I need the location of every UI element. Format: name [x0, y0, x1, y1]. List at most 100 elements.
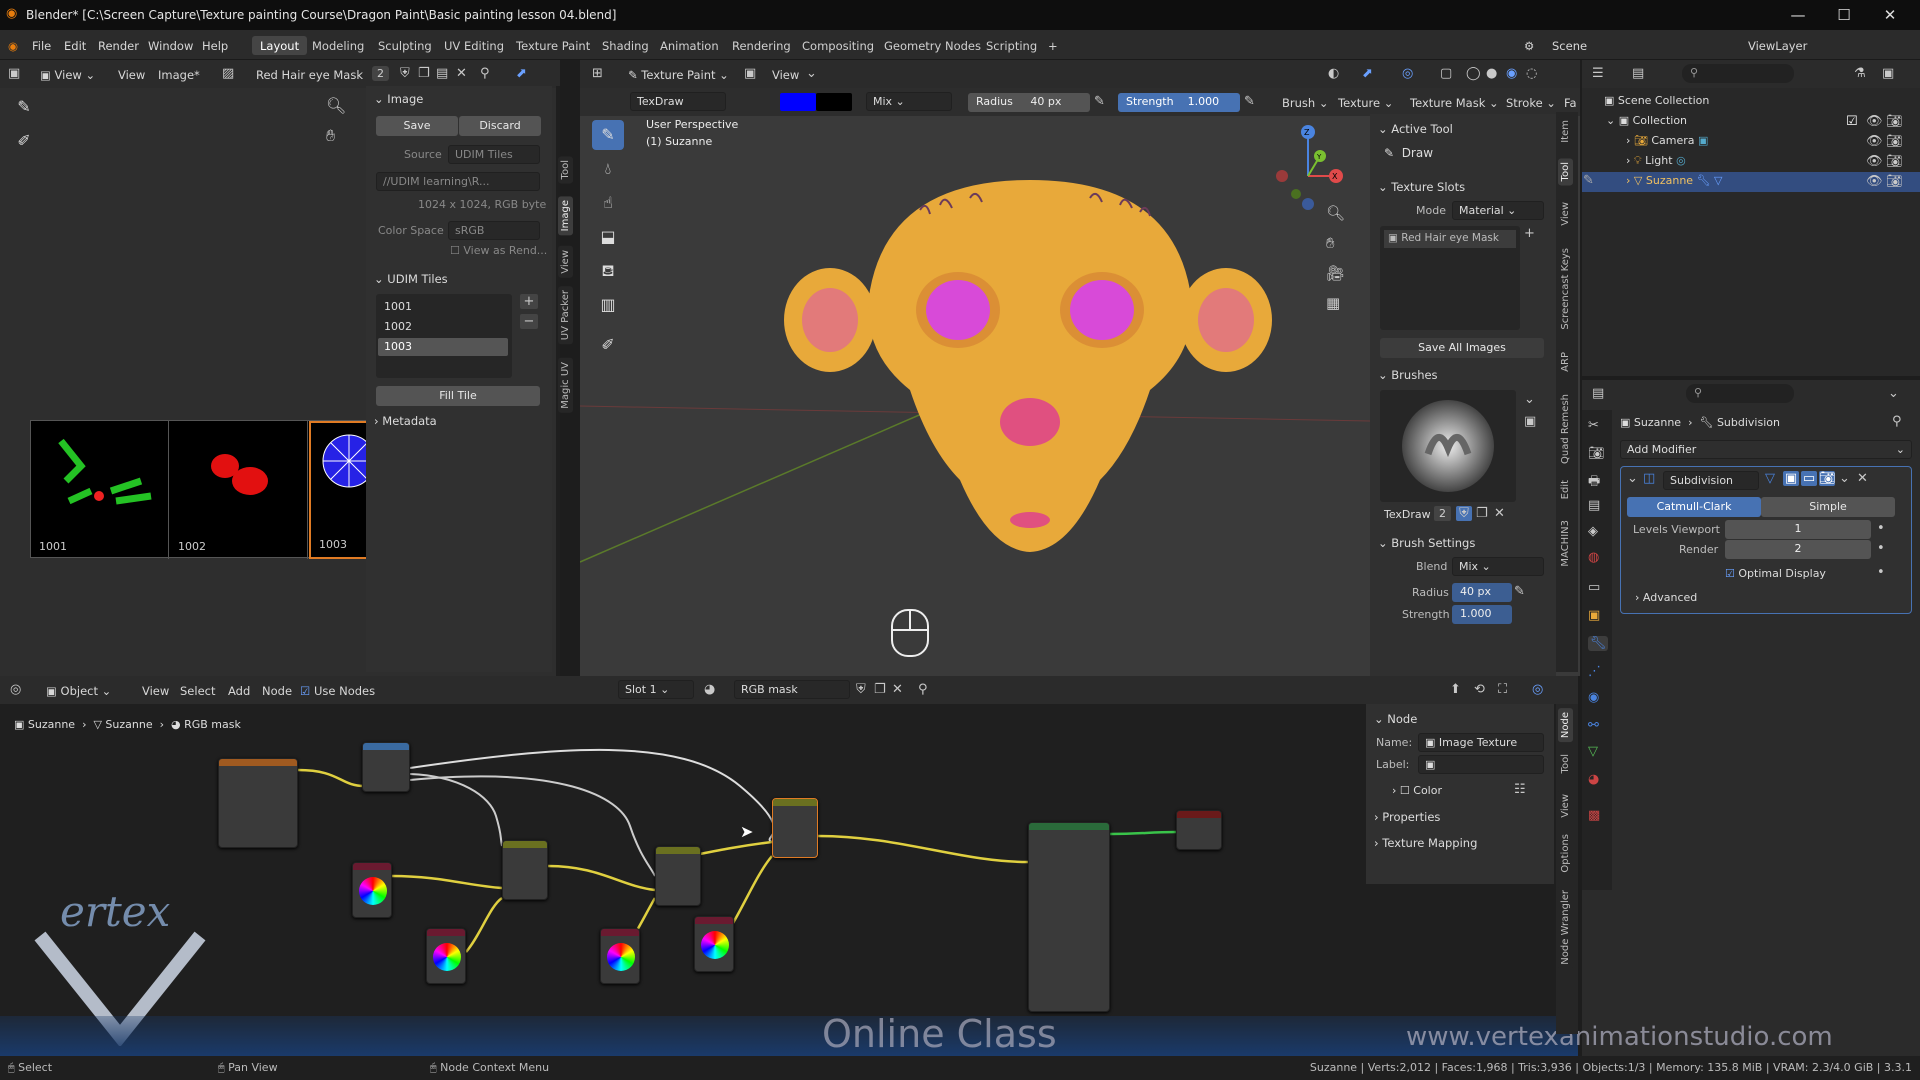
save-all-images-button[interactable]: Save All Images [1380, 338, 1544, 358]
udim-thumb-1002[interactable]: 1002 [170, 421, 308, 559]
brushes-header[interactable]: ⌄ Brushes [1378, 368, 1438, 382]
vtab-item[interactable]: Item [1558, 116, 1573, 147]
menu-image[interactable]: Image* [158, 68, 200, 82]
suzanne-model[interactable] [770, 150, 1290, 570]
object-tab-icon[interactable]: ▣ [1588, 608, 1600, 623]
outliner-item-camera[interactable]: › 📷︎ Camera ▣ [1626, 134, 1708, 147]
annotate-tool-icon[interactable]: ✐ [8, 126, 40, 156]
image-users-count[interactable]: 2 [372, 66, 389, 81]
levels-viewport-field[interactable]: 1 [1725, 520, 1871, 539]
paint-mode-icon[interactable]: ⌄ [806, 66, 817, 81]
vtab-screencast-keys[interactable]: Screencast Keys [1558, 244, 1573, 334]
metadata-panel-header[interactable]: › Metadata [374, 414, 437, 428]
view-as-render-checkbox[interactable]: ☐ View as Rend... [450, 244, 547, 257]
brush-users-count[interactable]: 2 [1434, 506, 1451, 521]
tab-geometry-nodes[interactable]: Geometry Nodes [876, 36, 989, 55]
remove-tile-icon[interactable]: − [520, 314, 538, 329]
menu-edit[interactable]: Edit [64, 39, 86, 53]
options-icon[interactable]: ⌄ [1888, 386, 1899, 401]
node-panel-header[interactable]: ⌄ Node [1374, 712, 1417, 726]
tab-layout[interactable]: Layout [252, 36, 308, 55]
secondary-color-swatch[interactable] [816, 93, 852, 111]
close-button[interactable]: ✕ [1876, 6, 1904, 24]
editor-type-icon[interactable]: ☰ [1592, 66, 1604, 81]
blend-dropdown[interactable]: Mix ⌄ [866, 92, 952, 111]
rgb-node[interactable] [600, 928, 640, 984]
maximize-button[interactable]: ☐ [1830, 6, 1858, 24]
rgb-node[interactable] [694, 916, 734, 972]
outliner-item-suzanne[interactable]: › ▽ Suzanne 🔧︎ ▽ [1626, 174, 1722, 187]
render-levels-field[interactable]: 2 [1725, 540, 1871, 559]
editor-type-icon[interactable]: ▤ [1592, 386, 1604, 401]
overlays-icon[interactable]: ◎ [1402, 66, 1413, 81]
color-space-dropdown[interactable]: sRGB [448, 221, 540, 240]
view-layer-name[interactable]: ViewLayer [1748, 39, 1807, 53]
pan-view-icon[interactable]: ✋︎ [1326, 234, 1335, 252]
node-color-subpanel[interactable]: › ☐ Color [1392, 784, 1442, 797]
shader-node-editor[interactable]: ◎ ▣ Object ⌄ View Select Add Node ☑ Use … [0, 676, 1833, 1056]
pan-hand-icon[interactable]: ✋︎ [326, 126, 335, 146]
tab-sculpting[interactable]: Sculpting [370, 36, 440, 55]
mode-dropdown[interactable]: ✎ Texture Paint ⌄ [628, 68, 729, 82]
color-presets-icon[interactable]: ☷ [1514, 782, 1526, 797]
menu-file[interactable]: File [32, 39, 51, 53]
primary-color-swatch[interactable] [780, 93, 816, 111]
output-tab-icon[interactable]: 🖶︎ [1588, 472, 1600, 494]
vtab-view[interactable]: View [1558, 198, 1573, 230]
udim-panel-header[interactable]: ⌄ UDIM Tiles [374, 272, 448, 286]
keyframe-dot-icon[interactable]: • [1877, 541, 1885, 556]
vtab-view[interactable]: View [1558, 790, 1573, 822]
save-button[interactable]: Save [376, 116, 458, 136]
udim-tile-list[interactable]: 1001 1002 1003 [376, 294, 512, 378]
blend-setting-dropdown[interactable]: Mix ⌄ [1452, 557, 1544, 576]
snapping-icon[interactable]: ⟲ [1474, 682, 1485, 697]
snap-target-icon[interactable]: ⛶ [1498, 682, 1507, 697]
vtab-quad-remesh[interactable]: Quad Remesh [1558, 390, 1573, 468]
udim-thumb-1001[interactable]: 1001 [31, 421, 169, 559]
material-output-node[interactable] [1176, 810, 1222, 850]
scene-name[interactable]: Scene [1552, 39, 1587, 53]
vtab-image[interactable]: Image [558, 196, 573, 236]
vtab-tool[interactable]: Tool [1558, 750, 1573, 778]
radius-pressure-icon[interactable]: ✎ [1514, 584, 1525, 599]
vtab-edit[interactable]: Edit [1558, 476, 1573, 504]
filter-icon[interactable]: ⚗ [1854, 66, 1866, 81]
udim-tile-item-selected[interactable]: 1003 [378, 338, 508, 356]
modifier-tab-icon[interactable]: 🔧︎ [1588, 636, 1608, 651]
texture-menu[interactable]: Texture ⌄ [1338, 96, 1393, 110]
radius-pressure-icon[interactable]: ✎ [1094, 94, 1105, 109]
camera-view-icon[interactable]: 🎥︎ [1326, 264, 1345, 282]
rendered-shading-icon[interactable]: ◌ [1526, 66, 1537, 81]
node-name-field[interactable]: ▣ Image Texture [1418, 733, 1544, 752]
physics-tab-icon[interactable]: ◉ [1588, 690, 1599, 705]
scene-tab-icon[interactable]: ◈ [1588, 524, 1598, 539]
vtab-tool[interactable]: Tool [558, 156, 573, 184]
vtab-tool[interactable]: Tool [1558, 158, 1573, 186]
image-panel-header[interactable]: ⌄ Image [374, 92, 423, 106]
data-tab-icon[interactable]: ▽ [1588, 744, 1598, 759]
add-modifier-dropdown[interactable]: Add Modifier ⌄ [1620, 440, 1912, 459]
zoom-icon[interactable]: 🔍︎ [326, 96, 346, 115]
particles-tab-icon[interactable]: ⋰ [1588, 664, 1601, 679]
camera-render-icon[interactable]: 📷︎ [1886, 134, 1903, 149]
texture-mode-dropdown[interactable]: Material ⌄ [1452, 201, 1544, 220]
active-tool-header[interactable]: ⌄ Active Tool [1378, 122, 1453, 136]
menu-render[interactable]: Render [98, 39, 139, 53]
scene-collection-item[interactable]: ▣ Scene Collection [1604, 94, 1709, 107]
brush-name[interactable]: TexDraw [1384, 508, 1431, 521]
texture-coordinate-node[interactable] [218, 758, 298, 848]
overlays-icon[interactable]: ◎ [1532, 682, 1543, 697]
camera-render-icon[interactable]: 📷︎ [1886, 174, 1903, 189]
image-name-field[interactable]: Red Hair eye Mask [256, 68, 363, 82]
parent-node-tree-icon[interactable]: ⬆ [1450, 682, 1461, 697]
tab-shading[interactable]: Shading [594, 36, 657, 55]
vtab-uv-packer[interactable]: UV Packer [558, 286, 573, 345]
mix-rgb-node[interactable] [502, 840, 548, 900]
render-tab-icon[interactable]: 📷︎ [1588, 446, 1605, 461]
camera-render-icon[interactable]: 📷︎ [1886, 114, 1903, 129]
optimal-display-checkbox[interactable]: ☑ Optimal Display [1725, 567, 1826, 580]
keyframe-dot-icon[interactable]: • [1877, 565, 1885, 580]
vtab-view[interactable]: View [558, 246, 573, 278]
pin-icon[interactable]: ⚲ [480, 66, 490, 81]
3d-viewport[interactable]: ⊞ ✎ Texture Paint ⌄ ▣ View ⌄ TexDraw Mix… [580, 60, 1580, 676]
